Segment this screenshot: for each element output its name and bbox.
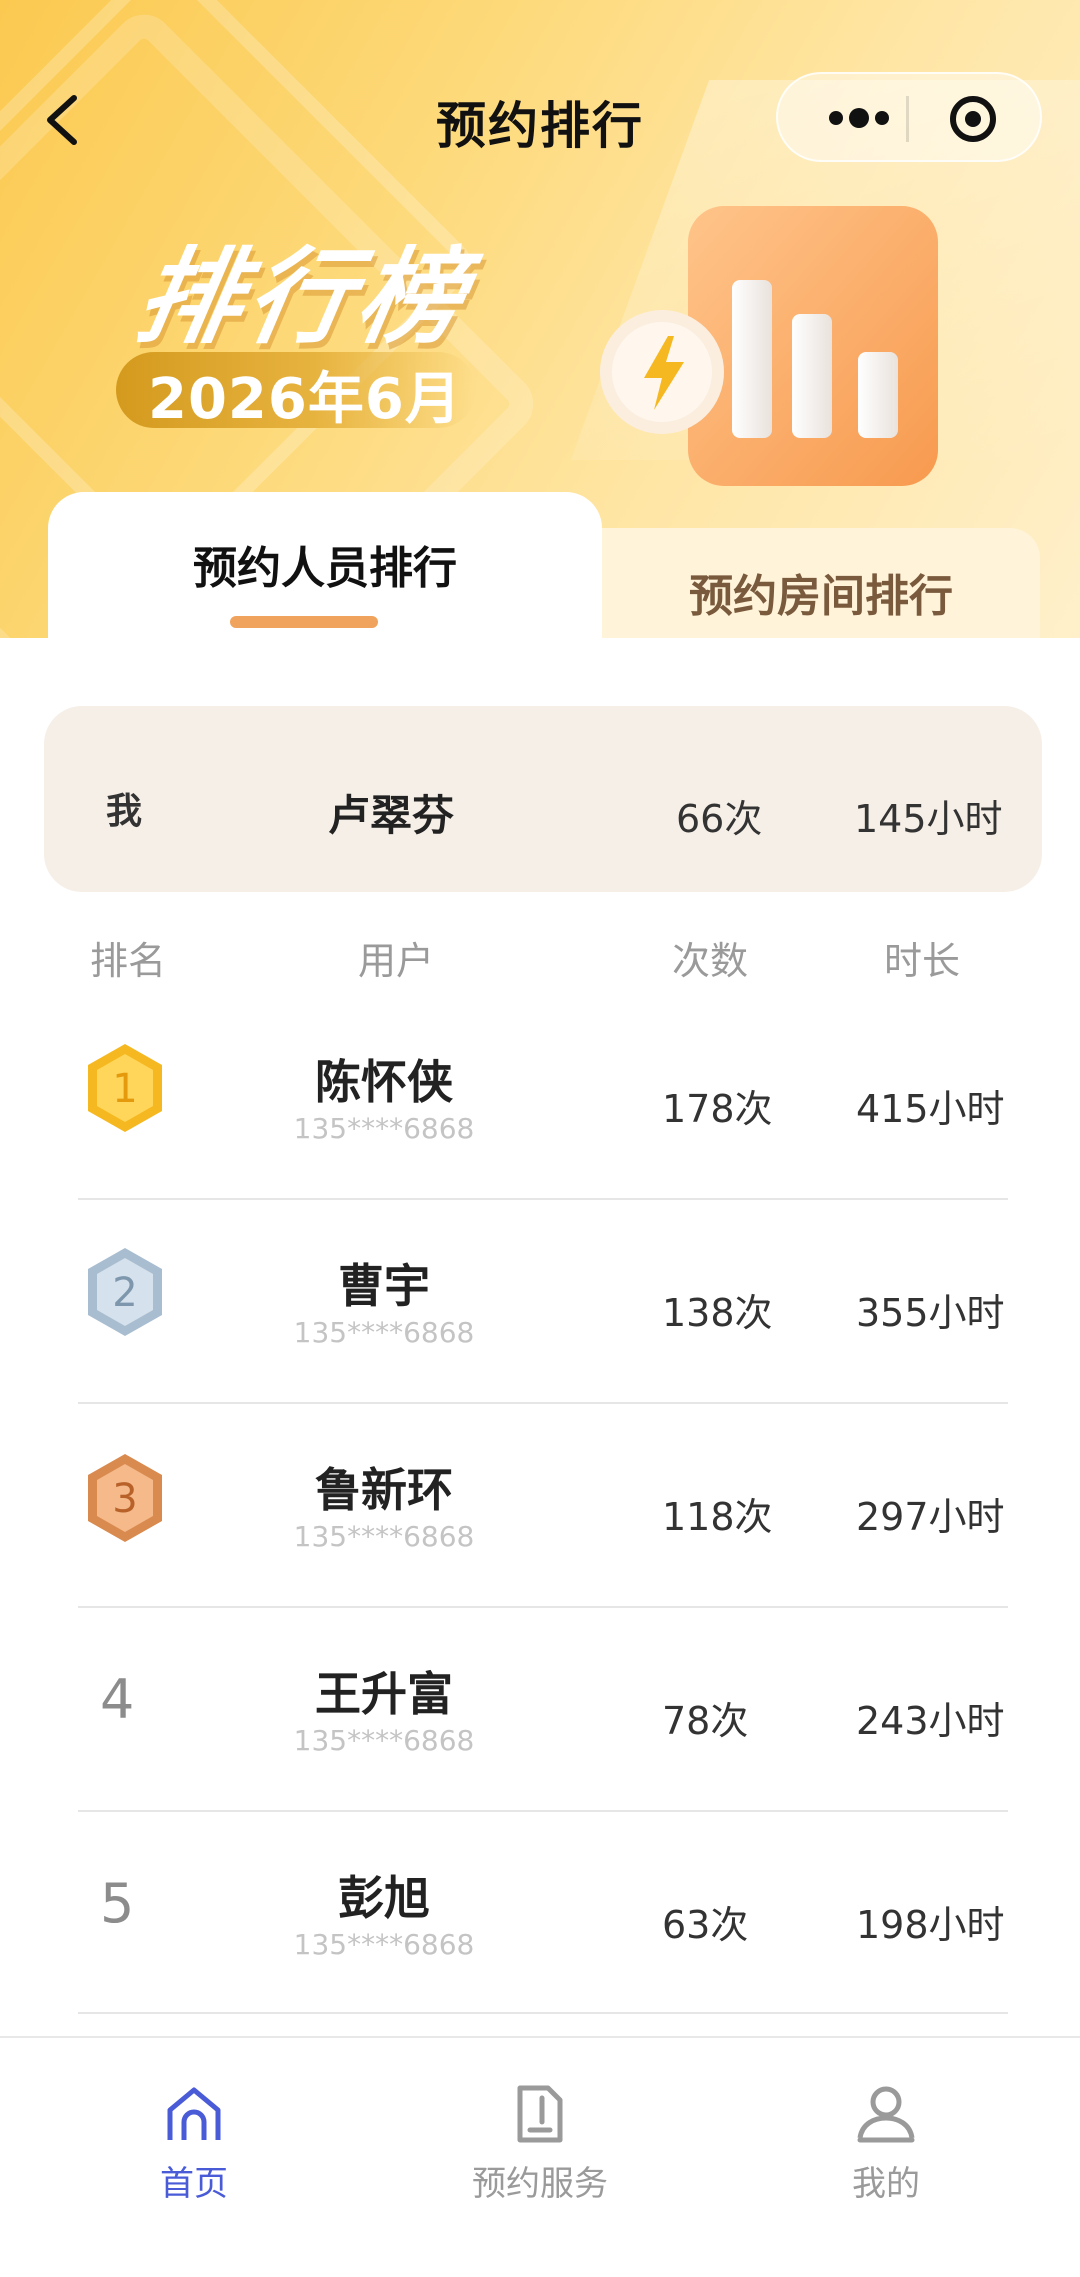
document-icon: [517, 2085, 563, 2143]
user-count: 118次: [662, 1495, 773, 1539]
user-phone: 135****6868: [293, 1724, 475, 1757]
tabbar-label-home: 首页: [160, 2164, 228, 2204]
my-rank-label: 我: [106, 791, 143, 832]
rank-number: 4: [100, 1668, 135, 1731]
user-time: 355小时: [856, 1291, 1005, 1335]
close-miniprogram-icon[interactable]: [948, 94, 998, 144]
user-count: 78次: [662, 1699, 749, 1743]
row-divider: [78, 1402, 1008, 1404]
user-phone: 135****6868: [293, 1928, 475, 1961]
my-name: 卢翠芬: [328, 791, 455, 840]
bar-chart-illustration-icon: [600, 206, 938, 486]
row-divider: [78, 1606, 1008, 1608]
bronze-medal-icon: 3: [88, 1454, 162, 1542]
user-time: 198小时: [856, 1903, 1005, 1947]
user-name: 王升富: [315, 1667, 453, 1721]
user-phone: 135****6868: [293, 1520, 475, 1553]
miniprogram-capsule: [776, 72, 1042, 162]
tab-person-ranking-label[interactable]: 预约人员排行: [48, 532, 602, 596]
header-time: 时长: [884, 939, 961, 983]
banner-title: 排行榜: [127, 236, 480, 358]
user-name: 陈怀侠: [315, 1055, 453, 1109]
more-options-icon[interactable]: [814, 96, 904, 140]
user-time: 297小时: [856, 1495, 1005, 1539]
header-rank: 排名: [90, 939, 167, 983]
svg-text:3: 3: [112, 1476, 137, 1522]
home-icon: [167, 2087, 221, 2140]
tab-active-indicator: [230, 616, 378, 628]
row-divider: [78, 1198, 1008, 1200]
user-count: 138次: [662, 1291, 773, 1335]
rank-number: 5: [100, 1872, 135, 1935]
header-count: 次数: [672, 939, 749, 983]
user-name: 鲁新环: [315, 1463, 453, 1517]
user-name: 彭旭: [338, 1871, 430, 1925]
user-time: 243小时: [856, 1699, 1005, 1743]
header-user: 用户: [358, 939, 435, 983]
tabbar-label-booking: 预约服务: [472, 2164, 608, 2204]
gold-medal-icon: 1: [88, 1044, 162, 1132]
row-divider: [78, 2012, 1008, 2014]
capsule-divider: [906, 96, 909, 142]
my-count: 66次: [676, 797, 763, 841]
tabbar-item-home[interactable]: 首页: [74, 2082, 314, 2205]
user-name: 曹宇: [338, 1259, 430, 1313]
user-count: 63次: [662, 1903, 749, 1947]
svg-text:2: 2: [112, 1270, 137, 1316]
tab-room-ranking-label[interactable]: 预约房间排行: [602, 560, 1040, 624]
svg-text:1: 1: [112, 1066, 137, 1112]
row-divider: [78, 1810, 1008, 1812]
silver-medal-icon: 2: [88, 1248, 162, 1336]
tabbar-item-mine[interactable]: 我的: [766, 2082, 1006, 2205]
user-time: 415小时: [856, 1087, 1005, 1131]
tabbar-item-booking[interactable]: 预约服务: [420, 2082, 660, 2205]
user-phone: 135****6868: [293, 1316, 475, 1349]
user-icon: [857, 2086, 915, 2143]
user-count: 178次: [662, 1087, 773, 1131]
tabbar-label-mine: 我的: [852, 2164, 920, 2204]
month-label: 2026年6月: [148, 367, 462, 432]
my-time: 145小时: [854, 797, 1003, 841]
user-phone: 135****6868: [293, 1112, 475, 1145]
